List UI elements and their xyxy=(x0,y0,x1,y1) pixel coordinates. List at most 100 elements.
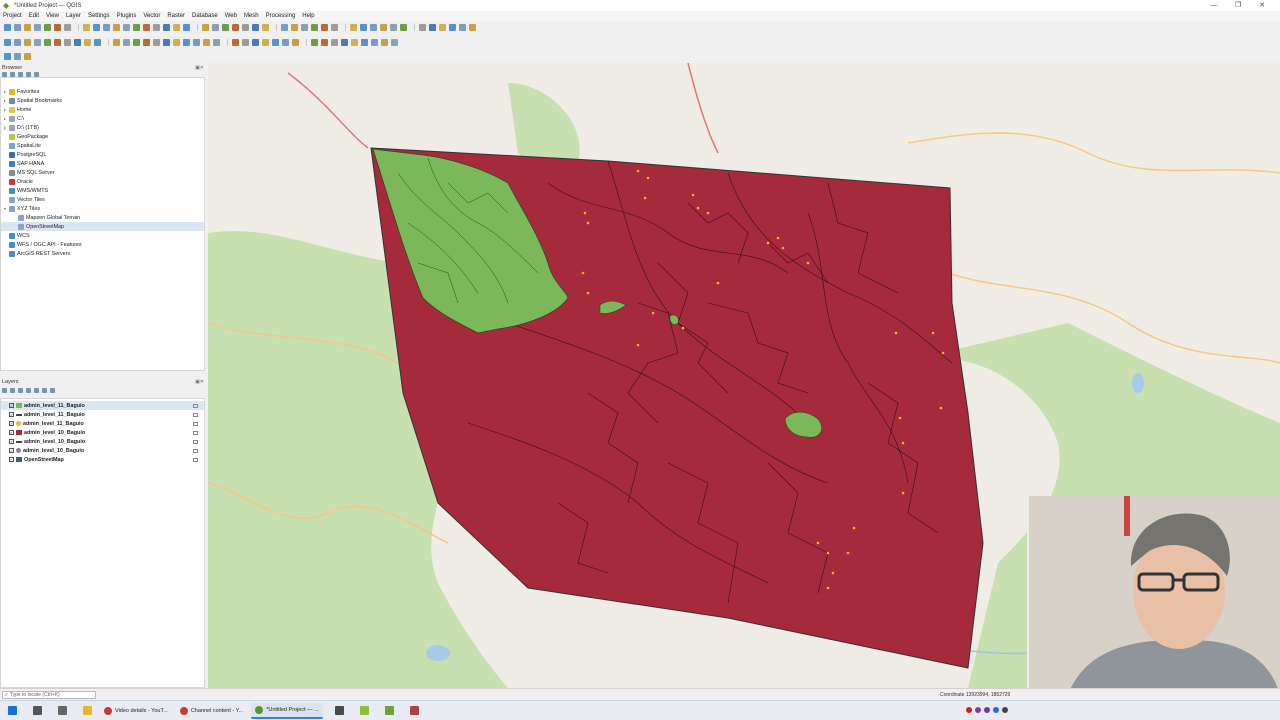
tool-button-icon[interactable] xyxy=(449,23,456,31)
calendar-icon[interactable] xyxy=(409,706,419,715)
browser-item[interactable]: WMS/WMTS xyxy=(1,186,204,195)
tool-button-icon[interactable] xyxy=(390,23,397,31)
layer-item[interactable]: ✓ admin_level_10_Baguio xyxy=(1,437,204,446)
layer-item[interactable]: ✓ OpenStreetMap xyxy=(1,455,204,464)
browser-item[interactable]: GeoPackage xyxy=(1,132,204,141)
tool-button-icon[interactable] xyxy=(321,23,328,31)
tool-button-icon[interactable] xyxy=(391,39,398,46)
tool-button-icon[interactable] xyxy=(311,39,318,46)
tool-button-icon[interactable] xyxy=(282,39,289,46)
tool-button-icon[interactable] xyxy=(459,23,466,31)
tray-icon[interactable] xyxy=(1002,707,1008,713)
menu-vector[interactable]: Vector xyxy=(143,13,160,19)
tool-button-icon[interactable] xyxy=(103,23,110,31)
file-explorer-icon[interactable] xyxy=(83,706,92,715)
tool-button-icon[interactable] xyxy=(113,39,120,46)
tool-button-icon[interactable] xyxy=(34,39,41,46)
tool-button-icon[interactable] xyxy=(232,23,239,31)
tool-button-icon[interactable] xyxy=(281,23,288,31)
browser-item[interactable]: ▸ C:\ xyxy=(1,114,204,123)
tool-button-icon[interactable] xyxy=(44,39,51,46)
tool-button-icon[interactable] xyxy=(361,39,368,46)
layer-indicator-icon[interactable] xyxy=(193,448,198,453)
browser-item[interactable]: SAP HANA xyxy=(1,159,204,168)
collapse-all-icon[interactable] xyxy=(42,388,47,393)
browser-item[interactable]: ▸ D:\ (1TB) xyxy=(1,123,204,132)
tool-button-icon[interactable] xyxy=(84,39,91,46)
tool-button-icon[interactable] xyxy=(14,39,21,46)
close-button[interactable]: ✕ xyxy=(1250,0,1274,11)
menu-view[interactable]: View xyxy=(46,13,59,19)
tool-button-icon[interactable] xyxy=(222,23,229,31)
browser-item[interactable]: MS SQL Server xyxy=(1,168,204,177)
tool-button-icon[interactable] xyxy=(242,23,249,31)
minimize-button[interactable]: — xyxy=(1202,0,1226,11)
browser-item[interactable]: Vector Tiles xyxy=(1,195,204,204)
browser-item[interactable]: ▸ Favorites xyxy=(1,87,204,96)
tool-button-icon[interactable] xyxy=(163,23,170,31)
tool-button-icon[interactable] xyxy=(133,23,140,31)
tool-button-icon[interactable] xyxy=(351,39,358,46)
tool-button-icon[interactable] xyxy=(34,23,41,31)
qgis-taskbar-icon[interactable] xyxy=(359,706,369,715)
browser-item[interactable]: WFS / OGC API - Features xyxy=(1,240,204,249)
tool-button-icon[interactable] xyxy=(64,39,71,46)
tray-icon[interactable] xyxy=(993,707,999,713)
tool-button-icon[interactable] xyxy=(252,23,259,31)
tool-button-icon[interactable] xyxy=(74,39,81,46)
tool-button-icon[interactable] xyxy=(123,23,130,31)
browser-item[interactable]: Mapzen Global Terrain xyxy=(1,213,204,222)
search-icon[interactable] xyxy=(33,706,42,715)
close-icon[interactable]: ▣✕ xyxy=(195,379,204,385)
maximize-button[interactable]: ❐ xyxy=(1226,0,1250,11)
tool-button-icon[interactable] xyxy=(94,39,101,46)
menu-plugins[interactable]: Plugins xyxy=(117,13,137,19)
layer-visibility-checkbox[interactable]: ✓ xyxy=(9,421,14,426)
tool-button-icon[interactable] xyxy=(153,39,160,46)
layer-item[interactable]: ✓ admin_level_11_Baguio xyxy=(1,401,204,410)
tray-icon[interactable] xyxy=(984,707,990,713)
windows-start-icon[interactable] xyxy=(8,706,17,715)
tool-button-icon[interactable] xyxy=(242,39,249,46)
menu-processing[interactable]: Processing xyxy=(266,13,296,19)
layer-item[interactable]: ✓ admin_level_11_Baguio xyxy=(1,419,204,428)
layer-visibility-checkbox[interactable]: ✓ xyxy=(9,403,14,408)
layer-indicator-icon[interactable] xyxy=(193,430,198,435)
manage-map-themes-icon[interactable] xyxy=(18,388,23,393)
browser-item[interactable]: Oracle xyxy=(1,177,204,186)
layer-indicator-icon[interactable] xyxy=(193,421,198,426)
menu-raster[interactable]: Raster xyxy=(167,13,185,19)
tool-button-icon[interactable] xyxy=(469,23,476,31)
tool-button-icon[interactable] xyxy=(291,23,298,31)
browser-item[interactable]: OpenStreetMap xyxy=(1,222,204,231)
layer-visibility-checkbox[interactable]: ✓ xyxy=(9,430,14,435)
layer-visibility-checkbox[interactable]: ✓ xyxy=(9,457,14,462)
tool-button-icon[interactable] xyxy=(203,39,210,46)
layer-visibility-checkbox[interactable]: ✓ xyxy=(9,448,14,453)
tool-button-icon[interactable] xyxy=(252,39,259,46)
tool-button-icon[interactable] xyxy=(341,39,348,46)
taskbar-task[interactable]: Channel content - Y... xyxy=(176,703,247,719)
tool-button-icon[interactable] xyxy=(183,23,190,31)
tool-button-icon[interactable] xyxy=(331,23,338,31)
tool-button-icon[interactable] xyxy=(292,39,299,46)
browser-item[interactable]: ▾ XYZ Tiles xyxy=(1,204,204,213)
browser-item[interactable]: ▸ Home xyxy=(1,105,204,114)
menu-layer[interactable]: Layer xyxy=(66,13,81,19)
tool-button-icon[interactable] xyxy=(262,39,269,46)
layer-indicator-icon[interactable] xyxy=(193,457,198,462)
layer-item[interactable]: ✓ admin_level_10_Baguio xyxy=(1,428,204,437)
tool-button-icon[interactable] xyxy=(439,23,446,31)
tool-button-icon[interactable] xyxy=(360,23,367,31)
open-layer-styling-icon[interactable] xyxy=(2,388,7,393)
filter-legend-icon[interactable] xyxy=(26,388,31,393)
tool-button-icon[interactable] xyxy=(54,23,61,31)
add-group-icon[interactable] xyxy=(10,388,15,393)
browser-item[interactable]: SpatiaLite xyxy=(1,141,204,150)
tool-button-icon[interactable] xyxy=(400,23,407,31)
menu-project[interactable]: Project xyxy=(3,13,22,19)
tool-button-icon[interactable] xyxy=(419,23,426,31)
menu-settings[interactable]: Settings xyxy=(88,13,110,19)
layer-visibility-checkbox[interactable]: ✓ xyxy=(9,439,14,444)
tool-button-icon[interactable] xyxy=(4,52,11,60)
